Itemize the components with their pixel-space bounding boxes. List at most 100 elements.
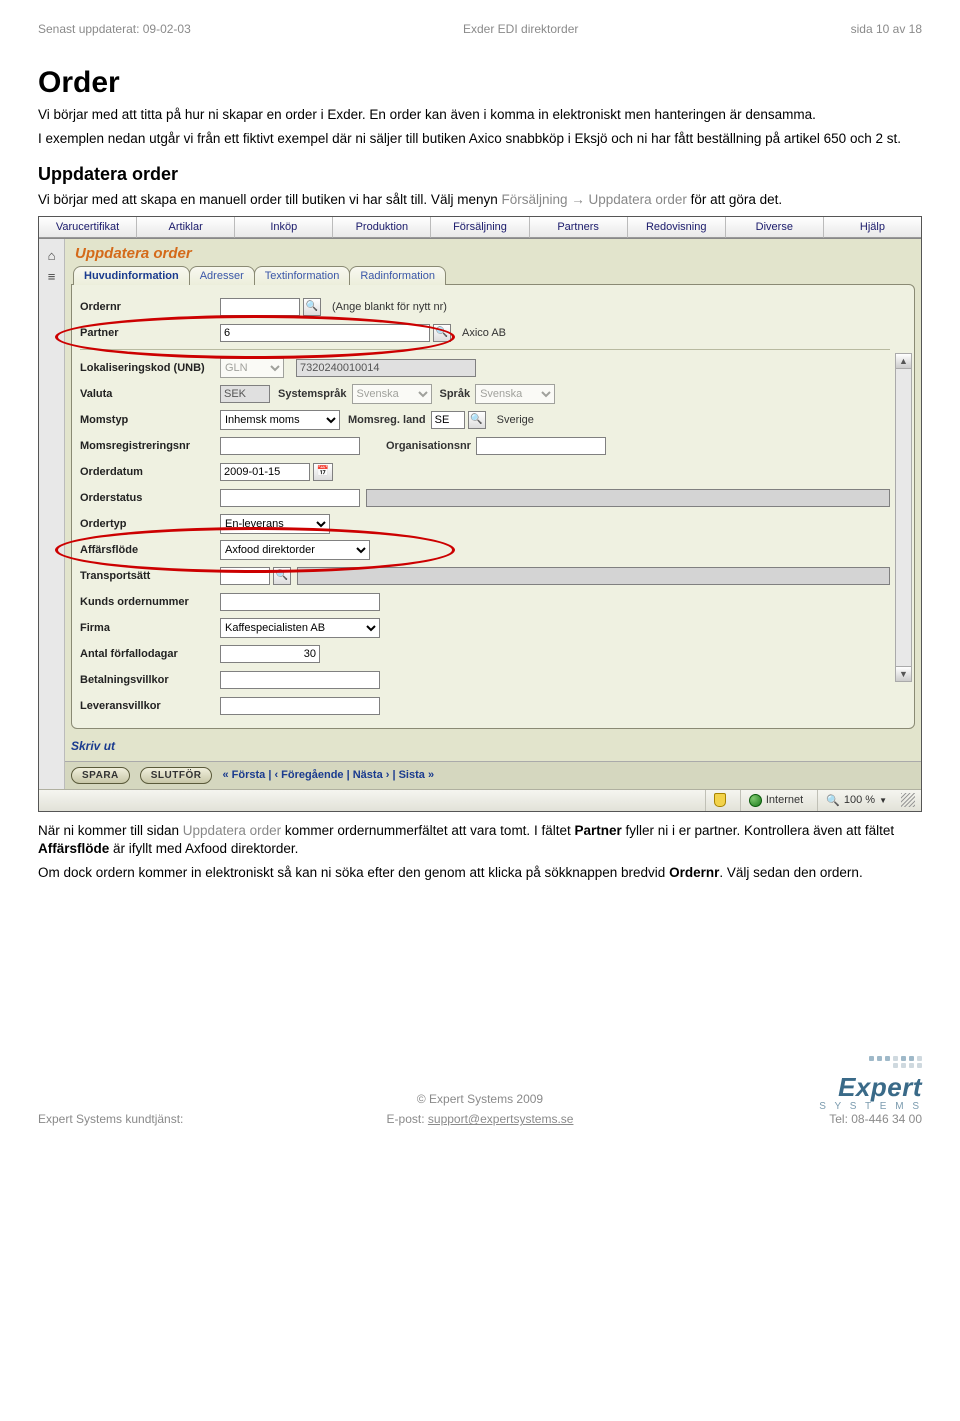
ordernr-input[interactable] [220,298,300,316]
partner-label: Partner [80,327,220,339]
menu-redovisning[interactable]: Redovisning [628,217,726,238]
button-row: SPARA SLUTFÖR « Första | ‹ Föregående | … [65,761,921,789]
kundsorder-input[interactable] [220,593,380,611]
momsreg-input[interactable] [220,437,360,455]
menubar: Varucertifikat Artiklar Inköp Produktion… [39,217,921,239]
save-button[interactable]: SPARA [71,767,130,784]
copyright: © Expert Systems 2009 [38,1092,922,1106]
orgnr-input[interactable] [476,437,606,455]
transport-input[interactable] [220,567,270,585]
header-left: Senast uppdaterat: 09-02-03 [38,22,191,36]
heading-uppdatera: Uppdatera order [38,164,922,185]
support-email-link[interactable]: support@expertsystems.se [428,1112,574,1126]
menu-diverse[interactable]: Diverse [726,217,824,238]
momstyp-select[interactable]: Inhemsk moms [220,410,340,430]
unb-type-select: GLN [220,358,284,378]
transport-label: Transportsätt [80,570,220,582]
finish-button[interactable]: SLUTFÖR [140,767,213,784]
partner-name: Axico AB [462,327,506,339]
menu-partners[interactable]: Partners [530,217,628,238]
firma-label: Firma [80,622,220,634]
print-link[interactable]: Skriv ut [65,735,921,757]
momsreg-label: Momsregistreringsnr [80,440,220,452]
email-label: E-post: [387,1112,428,1126]
menu-produktion[interactable]: Produktion [333,217,431,238]
intro-p1: Vi börjar med att titta på hur ni skapar… [38,106,922,124]
tab-huvudinformation[interactable]: Huvudinformation [73,266,190,285]
orderstatus-label: Orderstatus [80,492,220,504]
tab-textinformation[interactable]: Textinformation [254,266,351,285]
momsland-search-icon[interactable]: 🔍 [468,411,486,429]
valuta-label: Valuta [80,388,220,400]
transport-search-icon[interactable]: 🔍 [273,567,291,585]
ordernr-label: Ordernr [80,301,220,313]
menu-hjalp[interactable]: Hjälp [824,217,921,238]
orderdatum-label: Orderdatum [80,466,220,478]
intro-p2: I exemplen nedan utgår vi från ett fikti… [38,130,922,148]
ordernr-hint: (Ange blankt för nytt nr) [332,301,447,313]
app-screenshot: Varucertifikat Artiklar Inköp Produktion… [38,216,922,812]
menu-artiklar[interactable]: Artiklar [137,217,235,238]
ordertyp-select[interactable]: En-leverans [220,514,330,534]
sprak-select: Svenska [475,384,555,404]
unb-label: Lokaliseringskod (UNB) [80,362,220,374]
menu-forsaljning[interactable]: Försäljning [431,217,529,238]
betvillkor-label: Betalningsvillkor [80,674,220,686]
vertical-scrollbar[interactable] [895,353,912,682]
momstyp-label: Momstyp [80,414,220,426]
after-p2: Om dock ordern kommer in elektroniskt så… [38,864,922,882]
tab-adresser[interactable]: Adresser [189,266,255,285]
forfallo-input[interactable] [220,645,320,663]
forfallo-label: Antal förfallodagar [80,648,220,660]
ordernr-search-icon[interactable]: 🔍 [303,298,321,316]
chevron-down-icon[interactable]: ▼ [879,796,887,805]
unb-value [296,359,476,377]
syssprak-label: Systemspråk [278,388,347,400]
momsland-label: Momsreg. land [348,414,426,426]
page-title: Uppdatera order [71,243,915,266]
intro-p3: Vi börjar med att skapa en manuell order… [38,191,922,209]
betvillkor-input[interactable] [220,671,380,689]
momsland-name: Sverige [497,414,534,426]
partner-search-icon[interactable]: 🔍 [433,324,451,342]
status-internet: Internet [766,794,803,806]
ordertyp-label: Ordertyp [80,518,220,530]
menu-varucertifikat[interactable]: Varucertifikat [39,217,137,238]
transport-desc [297,567,890,585]
header-center: Exder EDI direktorder [463,22,578,36]
header-right: sida 10 av 18 [851,22,922,36]
status-zoom: 100 % [844,794,875,806]
expert-logo: Expert S Y S T E M S [819,1056,922,1112]
record-nav[interactable]: « Första | ‹ Föregående | Nästa › | Sist… [222,769,434,781]
page-footer: © Expert Systems 2009 E-post: support@ex… [38,1112,922,1126]
home-icon[interactable]: ⌂ [48,248,56,263]
list-icon[interactable]: ≡ [48,269,56,284]
momsland-input[interactable] [431,411,465,429]
orderstatus-desc [366,489,890,507]
tab-radinformation[interactable]: Radinformation [349,266,446,285]
calendar-icon[interactable]: 📅 [313,463,333,481]
partner-input[interactable] [220,324,430,342]
zoom-icon[interactable]: 🔍 [826,794,840,807]
logo-sub: S Y S T E M S [819,1101,922,1112]
footer-right: Tel: 08-446 34 00 [829,1112,922,1126]
globe-icon [749,794,762,807]
shield-icon [714,793,726,807]
orderdatum-input[interactable] [220,463,310,481]
side-icon-bar: ⌂ ≡ [39,239,65,789]
levvillkor-label: Leveransvillkor [80,700,220,712]
syssprak-select: Svenska [352,384,432,404]
orderstatus-input[interactable] [220,489,360,507]
sprak-label: Språk [440,388,471,400]
page-header: Senast uppdaterat: 09-02-03 Exder EDI di… [38,22,922,36]
after-p1: När ni kommer till sidan Uppdatera order… [38,822,922,858]
resize-grip-icon [901,793,915,807]
firma-select[interactable]: Kaffespecialisten AB [220,618,380,638]
kundsorder-label: Kunds ordernummer [80,596,220,608]
levvillkor-input[interactable] [220,697,380,715]
menu-inkop[interactable]: Inköp [235,217,333,238]
ie-statusbar: Internet 🔍 100 % ▼ [39,789,921,811]
affarsflode-select[interactable]: Axfood direktorder [220,540,370,560]
affarsflode-label: Affärsflöde [80,544,220,556]
heading-order: Order [38,66,922,100]
